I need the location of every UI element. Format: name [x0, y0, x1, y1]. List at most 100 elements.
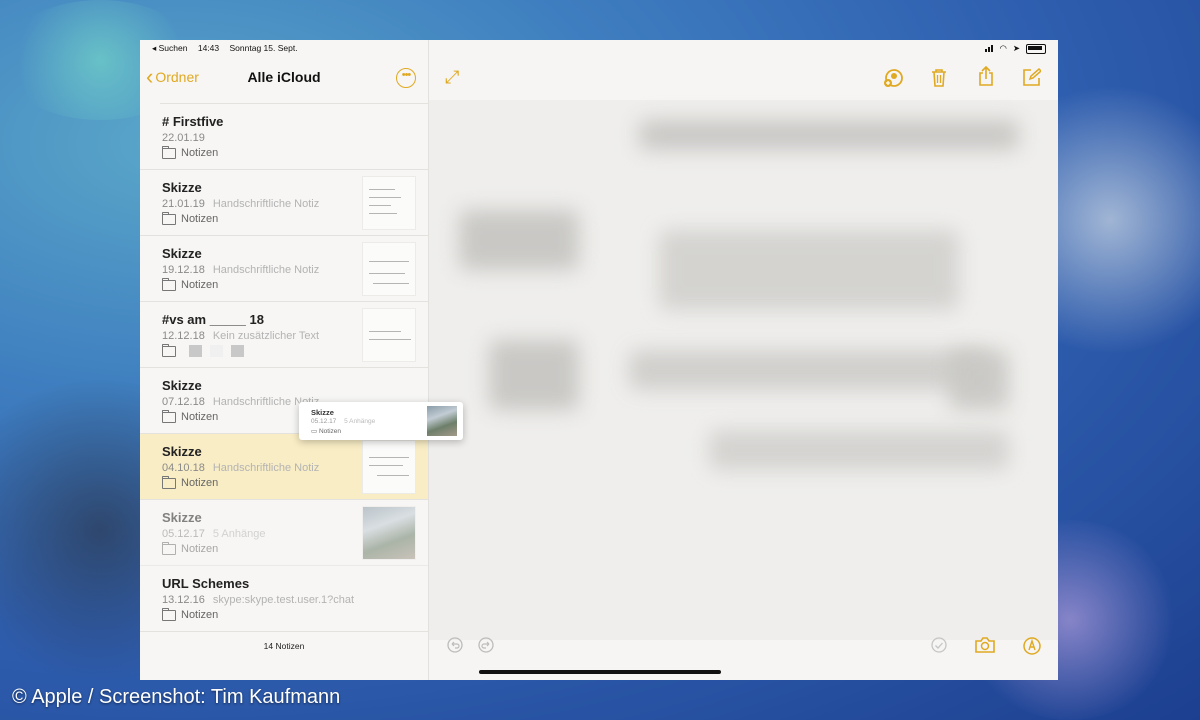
sidebar-nav: ‹ Ordner Alle iCloud ••• — [140, 66, 428, 102]
note-title: Skizze — [162, 444, 202, 459]
note-folder: Notizen — [162, 607, 219, 621]
note-title: # Firstfive — [162, 114, 224, 129]
back-to-app-link[interactable]: ◂ Suchen — [152, 43, 187, 53]
blurred-content — [659, 230, 959, 310]
image-credit: © Apple / Screenshot: Tim Kaufmann — [12, 686, 341, 708]
note-folder-label: Notizen — [181, 411, 219, 423]
folder-icon: ▭ — [311, 428, 318, 435]
note-folder: Notizen — [162, 277, 219, 291]
ipad-screen: ◂ Suchen 14:43 Sonntag 15. Sept. ‹ Ordne… — [140, 40, 1058, 680]
note-row-vs[interactable]: #vs am _____ 18 12.12.18 Kein zusätzliche… — [140, 302, 428, 368]
redacted-block — [231, 345, 244, 357]
redo-icon[interactable] — [478, 637, 494, 657]
drag-preview-thumbnail — [427, 406, 457, 436]
note-row-skizze[interactable]: Skizze 21.01.19 Handschriftliche Notiz No… — [140, 170, 428, 236]
note-meta: 21.01.19 Handschriftliche Notiz — [162, 198, 319, 210]
note-folder: Notizen — [162, 475, 219, 489]
note-date: 12.12.18 — [162, 330, 205, 342]
drag-preview-meta: 05.12.17 5 Anhänge — [311, 418, 375, 425]
note-folder-label: Notizen — [181, 609, 219, 621]
note-row-skizze-dragging[interactable]: Skizze 05.12.17 5 Anhänge Notizen — [140, 500, 428, 566]
note-title: #vs am _____ 18 — [162, 312, 264, 327]
wifi-icon: ◠ — [999, 43, 1007, 53]
add-person-icon[interactable] — [883, 68, 905, 91]
status-bar-left: ◂ Suchen 14:43 Sonntag 15. Sept. — [152, 43, 306, 54]
blurred-content — [629, 350, 989, 390]
blurred-content — [459, 210, 579, 270]
drag-preview-folder-label: Notizen — [318, 428, 342, 435]
note-date: 22.01.19 — [162, 132, 205, 144]
note-meta: 13.12.16 skype:skype.test.user.1?chat — [162, 594, 354, 606]
note-folder-label: Notizen — [181, 477, 219, 489]
checklist-icon[interactable] — [931, 637, 947, 657]
folder-icon — [162, 277, 176, 291]
note-folder-label: Notizen — [181, 279, 219, 291]
expand-icon[interactable]: ⤢ — [445, 68, 459, 86]
redacted-block — [210, 345, 223, 357]
blurred-content — [639, 120, 1019, 150]
note-date: 04.10.18 — [162, 462, 205, 474]
note-row-firstfive[interactable]: # Firstfive 22.01.19 Notizen — [140, 104, 428, 170]
note-title: Skizze — [162, 180, 202, 195]
note-date: 19.12.18 — [162, 264, 205, 276]
note-date: 21.01.19 — [162, 198, 205, 210]
home-indicator[interactable] — [479, 670, 721, 674]
drag-preview-title: Skizze — [311, 408, 334, 417]
note-meta: 19.12.18 Handschriftliche Notiz — [162, 264, 319, 276]
status-time: 14:43 — [197, 43, 220, 53]
note-meta: 07.12.18 Handschriftliche Notiz — [162, 396, 319, 408]
signal-icon — [985, 45, 994, 52]
drag-preview-card[interactable]: Skizze 05.12.17 5 Anhänge ▭ Notizen — [299, 402, 463, 440]
notes-count: 14 Notizen — [263, 641, 305, 651]
folder-icon — [162, 211, 176, 225]
note-subtitle: Kein zusätzlicher Text — [212, 330, 320, 342]
drag-preview-subtitle: 5 Anhänge — [344, 418, 376, 425]
note-title: Skizze — [162, 378, 202, 393]
folder-icon — [162, 409, 176, 423]
folder-icon — [162, 343, 176, 357]
note-row-url-schemes[interactable]: URL Schemes 13.12.16 skype:skype.test.use… — [140, 566, 428, 632]
markup-icon[interactable] — [1023, 637, 1041, 659]
trash-icon[interactable] — [931, 68, 947, 90]
note-folder: Notizen — [162, 409, 219, 423]
blurred-content — [489, 340, 579, 410]
folder-icon — [162, 145, 176, 159]
note-subtitle: Handschriftliche Notiz — [212, 198, 320, 210]
sketch-thumbnail — [362, 176, 416, 230]
share-icon[interactable] — [978, 65, 994, 89]
note-subtitle: Handschriftliche Notiz — [212, 264, 320, 276]
note-date: 05.12.17 — [162, 528, 205, 540]
note-folder: Notizen — [162, 145, 219, 159]
note-meta: 22.01.19 — [162, 132, 205, 144]
notes-sidebar: ◂ Suchen 14:43 Sonntag 15. Sept. ‹ Ordne… — [140, 40, 429, 680]
note-subtitle: skype:skype.test.user.1?chat — [212, 594, 355, 606]
note-editor: ◠ ➤ ⤢ — [429, 40, 1058, 680]
status-date: Sonntag 15. Sept. — [229, 43, 298, 53]
note-row-skizze-selected[interactable]: Skizze 04.10.18 Handschriftliche Notiz No… — [140, 434, 428, 500]
sketch-thumbnail — [362, 242, 416, 296]
note-folder-label: Notizen — [181, 543, 219, 555]
note-title: URL Schemes — [162, 576, 250, 591]
blurred-content — [949, 350, 1009, 410]
camera-icon[interactable] — [975, 637, 995, 657]
photo-thumbnail — [362, 506, 416, 560]
sidebar-title: Alle iCloud — [247, 69, 321, 85]
note-folder — [162, 343, 244, 357]
notes-list: # Firstfive 22.01.19 Notizen Skizze 21.0… — [140, 104, 428, 632]
note-folder: Notizen — [162, 211, 218, 225]
status-bar-right: ◠ ➤ — [985, 43, 1046, 54]
note-date: 13.12.16 — [162, 594, 205, 606]
drag-preview-date: 05.12.17 — [311, 418, 337, 425]
note-folder-label: Notizen — [181, 147, 219, 159]
location-icon: ➤ — [1012, 43, 1020, 53]
compose-icon[interactable] — [1023, 67, 1043, 89]
folder-icon — [162, 607, 176, 621]
note-row-skizze[interactable]: Skizze 19.12.18 Handschriftliche Notiz No… — [140, 236, 428, 302]
note-meta: 05.12.17 5 Anhänge — [162, 528, 265, 540]
note-subtitle: 5 Anhänge — [212, 528, 266, 540]
undo-icon[interactable] — [447, 637, 463, 657]
note-canvas-blurred[interactable] — [429, 100, 1058, 640]
blurred-content — [709, 430, 1009, 470]
ellipsis-circle-icon[interactable]: ••• — [396, 68, 416, 88]
note-title: Skizze — [162, 510, 202, 525]
